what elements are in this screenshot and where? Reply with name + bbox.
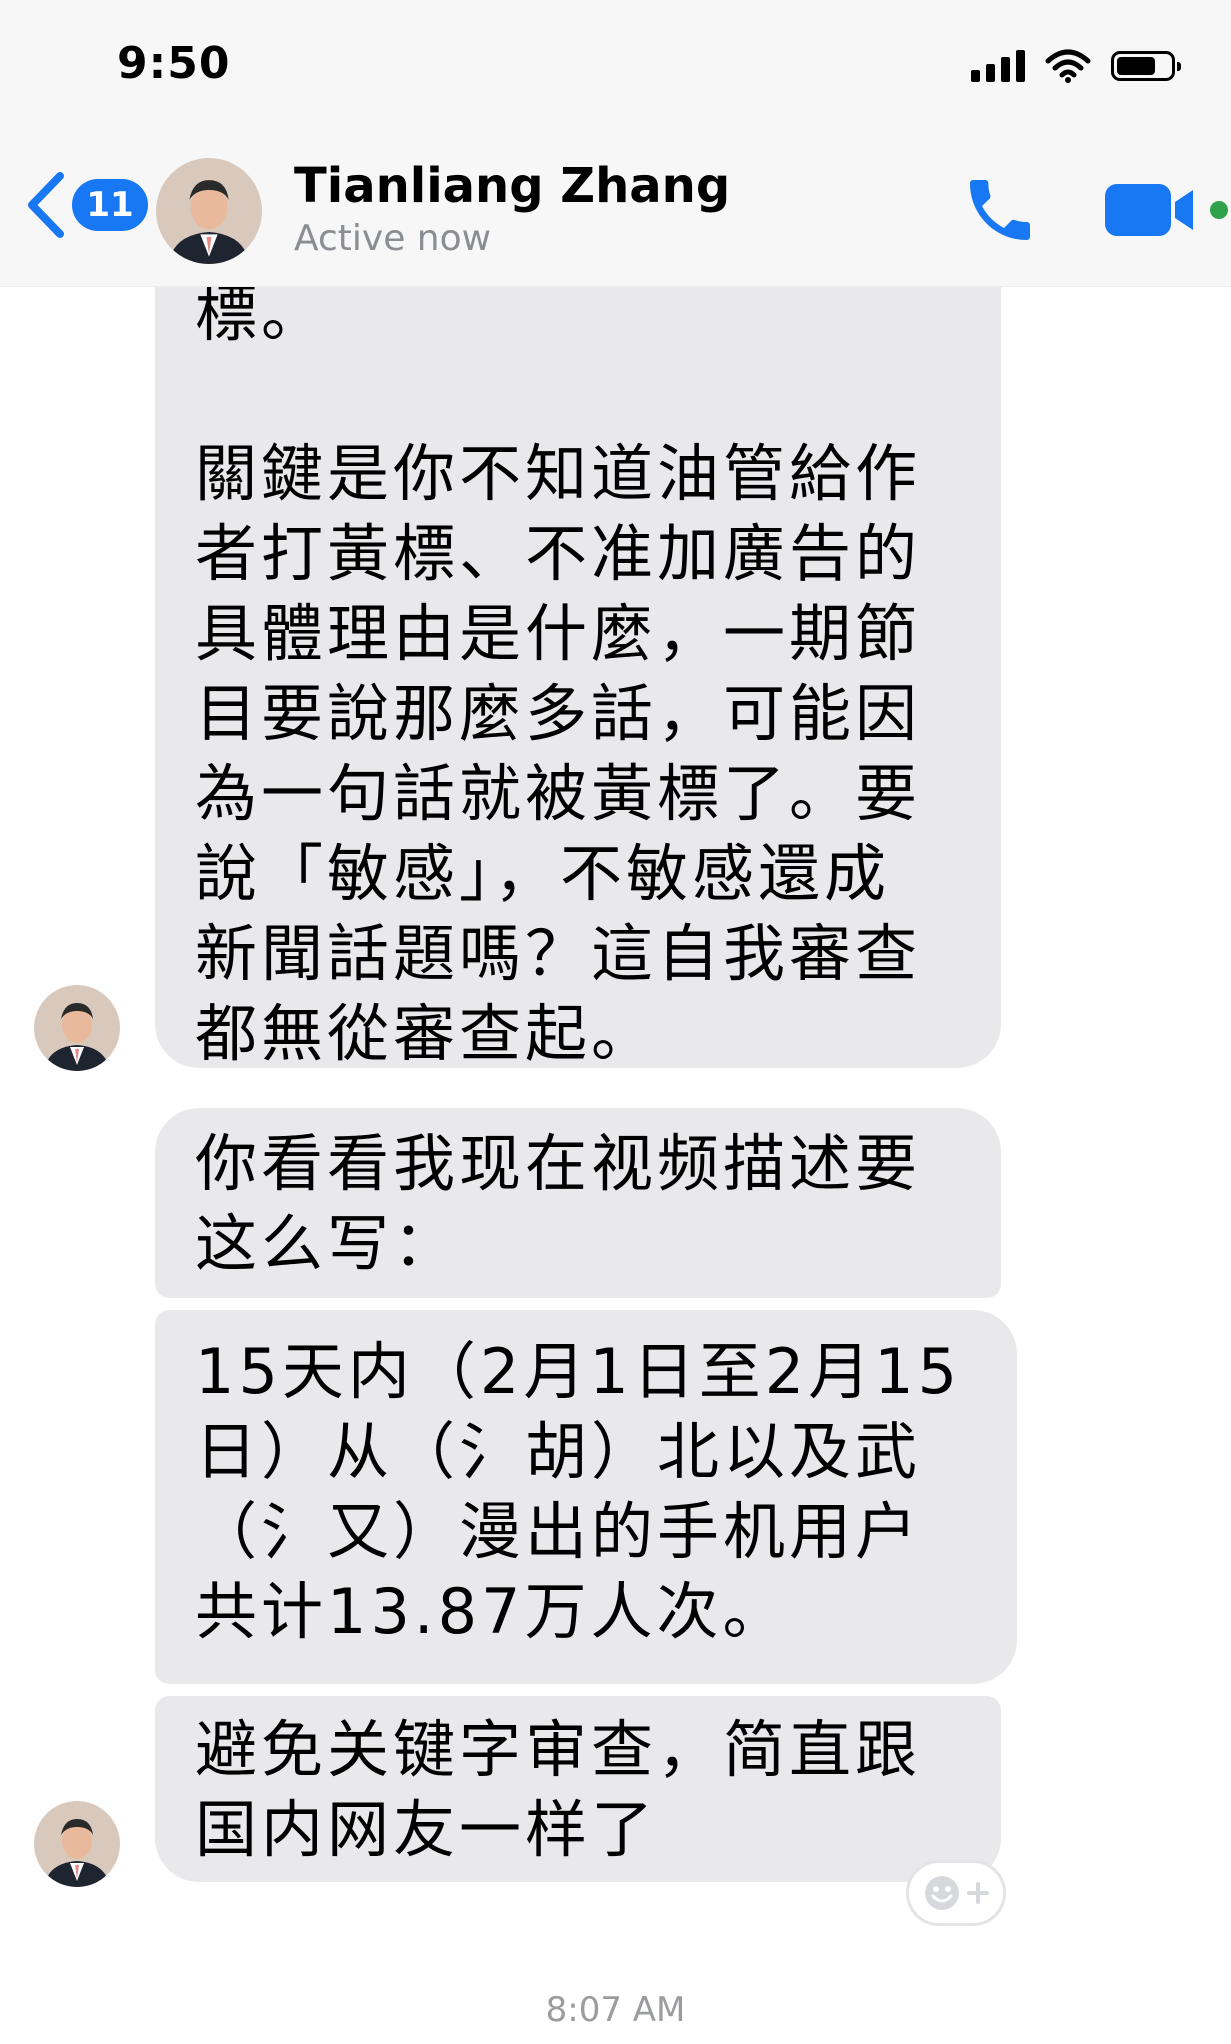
message-bubble[interactable]: 你看看我现在视频描述要 这么写： bbox=[155, 1108, 1001, 1298]
chat-screen: 標。 關鍵是你不知道油管給作 者打黃標、不准加廣告的 具體理由是什麼，一期節 目… bbox=[0, 0, 1231, 2044]
avatar-photo-icon bbox=[156, 158, 262, 264]
wifi-icon bbox=[1045, 49, 1091, 83]
add-reaction-button[interactable] bbox=[906, 1860, 1006, 1926]
cellular-signal-icon bbox=[971, 50, 1025, 82]
video-call-button[interactable] bbox=[1105, 178, 1231, 242]
active-status: Active now bbox=[294, 218, 492, 259]
voice-call-button[interactable] bbox=[960, 170, 1040, 250]
avatar-photo-icon bbox=[34, 1801, 120, 1887]
contact-name[interactable]: Tianliang Zhang bbox=[294, 158, 730, 214]
phone-icon bbox=[970, 180, 1030, 240]
message-bubble[interactable]: 15天内（2月1日至2月15 日）从（氵胡）北以及武 （氵又）漫出的手机用户 共… bbox=[155, 1310, 1017, 1684]
back-button[interactable]: 11 bbox=[22, 170, 148, 240]
avatar-photo-icon bbox=[34, 985, 120, 1071]
status-bar-icons bbox=[971, 44, 1181, 88]
back-chevron-icon bbox=[28, 172, 64, 238]
unread-count-badge: 11 bbox=[72, 179, 148, 231]
sender-avatar[interactable] bbox=[34, 985, 120, 1071]
plus-icon bbox=[967, 1882, 989, 1904]
chat-header: 9:50 11 Tianliang Zhang Active now bbox=[0, 0, 1231, 287]
sender-avatar[interactable] bbox=[34, 1801, 120, 1887]
message-bubble[interactable]: 避免关键字审查，简直跟 国内网友一样了 bbox=[155, 1696, 1001, 1882]
message-bubble[interactable]: 標。 關鍵是你不知道油管給作 者打黃標、不准加廣告的 具體理由是什麼，一期節 目… bbox=[155, 186, 1001, 1068]
battery-icon bbox=[1111, 51, 1181, 81]
contact-avatar[interactable] bbox=[156, 158, 262, 264]
video-camera-icon bbox=[1105, 184, 1228, 236]
message-timestamp: 8:07 AM bbox=[545, 1990, 686, 2030]
status-bar-time: 9:50 bbox=[117, 38, 231, 89]
online-dot-icon bbox=[1210, 201, 1228, 219]
emoji-icon bbox=[925, 1876, 959, 1910]
